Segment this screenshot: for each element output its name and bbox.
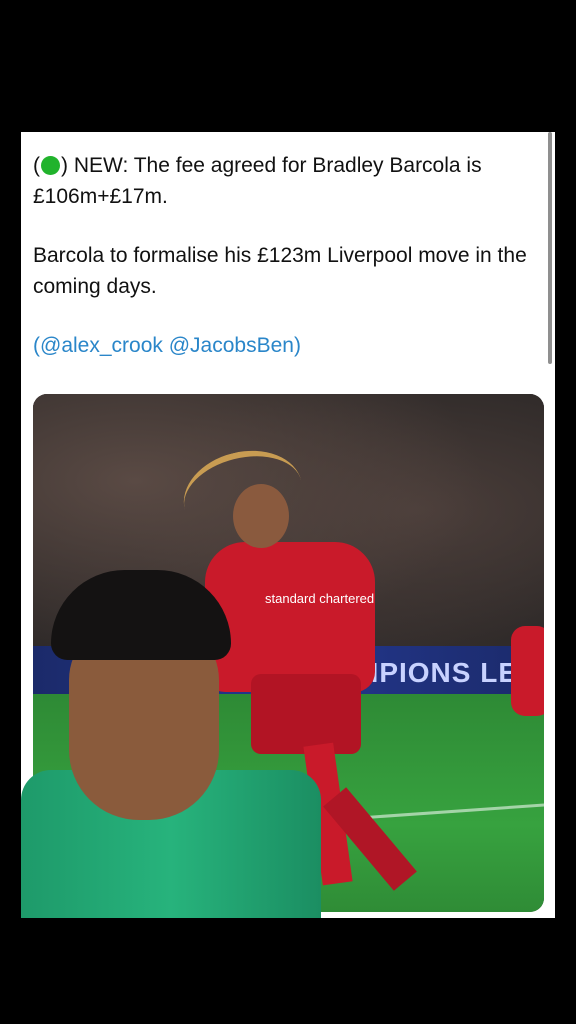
screen: () NEW: The fee agreed for Bradley Barco…	[0, 0, 576, 1024]
open-paren: (	[33, 334, 40, 357]
mention-alex-crook[interactable]: @alex_crook	[40, 334, 163, 357]
mention-jacobsben[interactable]: @JacobsBen	[169, 334, 294, 357]
open-paren: (	[33, 154, 40, 177]
tweet-text: () NEW: The fee agreed for Bradley Barco…	[33, 150, 533, 389]
tweet-headline: () NEW: The fee agreed for Bradley Barco…	[33, 150, 533, 212]
tweet-card: () NEW: The fee agreed for Bradley Barco…	[21, 132, 555, 918]
background-player	[511, 626, 544, 716]
tweet-body: Barcola to formalise his £123m Liverpool…	[33, 244, 527, 298]
scrollbar[interactable]	[548, 132, 552, 364]
creator-overlay	[21, 570, 321, 918]
board-text: MPIONS LE	[355, 657, 519, 688]
green-circle-icon	[41, 156, 60, 175]
headline-text: ) NEW: The fee agreed for Bradley Barcol…	[33, 154, 482, 208]
creator-hair	[51, 570, 231, 660]
close-paren: )	[293, 334, 301, 357]
player-head	[233, 484, 289, 548]
tweet-mentions: (@alex_crook @JacobsBen)	[33, 330, 533, 361]
